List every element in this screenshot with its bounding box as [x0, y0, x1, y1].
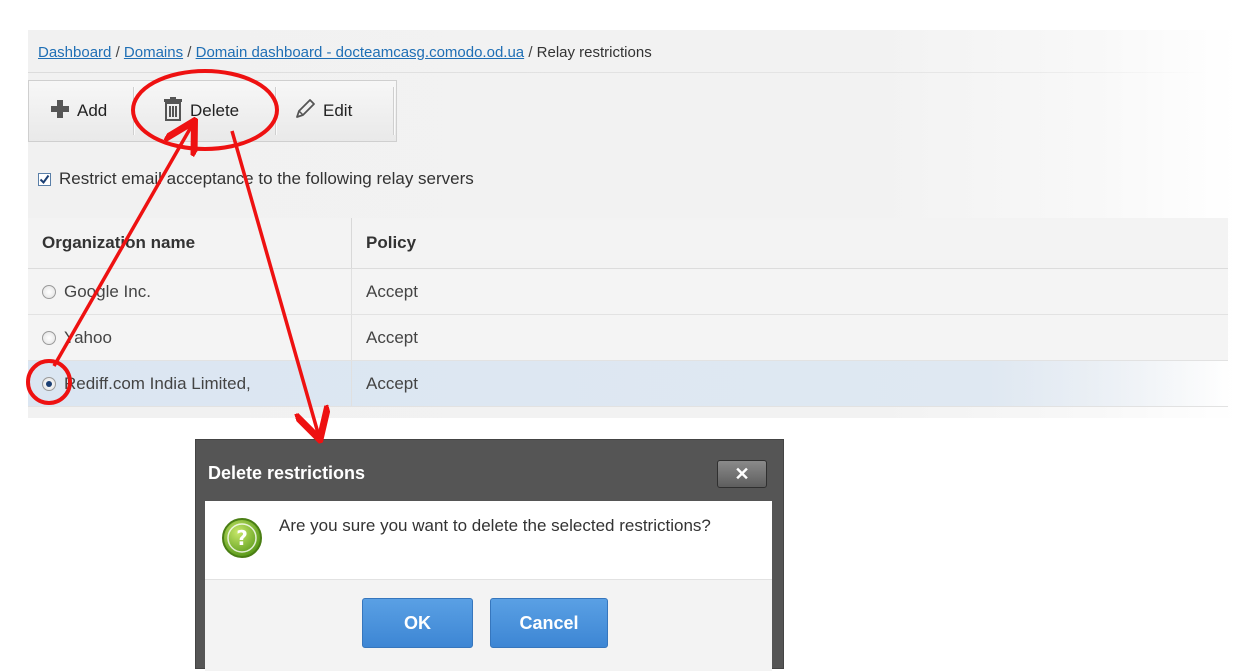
toolbar-separator — [275, 87, 276, 135]
toolbar: Add Delete Edit — [28, 80, 397, 142]
question-icon: ? — [220, 516, 264, 565]
policy-value: Accept — [366, 373, 418, 393]
svg-text:?: ? — [236, 526, 248, 550]
row-radio[interactable] — [42, 330, 56, 345]
breadcrumb-domain-dashboard-link[interactable]: Domain dashboard - docteamcasg.comodo.od… — [196, 44, 525, 61]
policy-value: Accept — [366, 281, 418, 301]
breadcrumb-separator: / — [115, 44, 120, 61]
add-button-label: Add — [77, 101, 108, 120]
restrict-relay-option: Restrict email acceptance to the followi… — [38, 169, 474, 189]
checkmark-icon — [39, 174, 50, 184]
organization-name: Google Inc. — [64, 281, 151, 301]
edit-button-label: Edit — [323, 101, 353, 120]
trash-icon — [162, 96, 184, 126]
row-radio-selected[interactable] — [42, 376, 56, 391]
column-header-policy[interactable]: Policy — [352, 233, 416, 253]
plus-icon — [49, 98, 71, 125]
column-header-organization[interactable]: Organization name — [28, 218, 352, 268]
dialog-close-button[interactable]: ✕ — [717, 460, 767, 488]
breadcrumb-divider — [28, 72, 1208, 73]
pencil-icon — [293, 97, 317, 126]
delete-button[interactable]: Delete — [162, 81, 239, 141]
table-row[interactable]: Rediff.com India Limited, Accept — [28, 361, 1228, 407]
row-radio[interactable] — [42, 284, 56, 299]
dialog-body: ? Are you sure you want to delete the se… — [205, 501, 772, 671]
edit-button[interactable]: Edit — [293, 81, 352, 141]
restrict-relay-label: Restrict email acceptance to the followi… — [59, 169, 474, 188]
breadcrumb-dashboard-link[interactable]: Dashboard — [38, 44, 111, 61]
toolbar-separator — [133, 87, 134, 135]
breadcrumb-separator: / — [187, 44, 192, 61]
breadcrumb-domains-link[interactable]: Domains — [124, 44, 183, 61]
dialog-footer: OK Cancel — [205, 579, 772, 671]
relay-table: Organization name Policy Google Inc. Acc… — [28, 218, 1228, 407]
table-header: Organization name Policy — [28, 218, 1228, 269]
breadcrumb: Dashboard / Domains / Domain dashboard -… — [38, 44, 652, 61]
breadcrumb-current: Relay restrictions — [536, 44, 652, 61]
dialog-title: Delete restrictions — [208, 463, 366, 483]
organization-name: Rediff.com India Limited, — [64, 373, 251, 393]
delete-button-label: Delete — [190, 101, 240, 120]
breadcrumb-separator: / — [528, 44, 533, 61]
toolbar-separator — [393, 87, 394, 135]
dialog-message: Are you sure you want to delete the sele… — [279, 516, 711, 535]
delete-restrictions-dialog: Delete restrictions ✕ ? Are you sure you… — [195, 439, 784, 671]
restrict-relay-checkbox[interactable] — [38, 172, 51, 186]
close-icon: ✕ — [734, 463, 750, 484]
cancel-button[interactable]: Cancel — [490, 598, 608, 648]
add-button[interactable]: Add — [49, 81, 107, 141]
policy-value: Accept — [366, 327, 418, 347]
organization-name: Yahoo — [64, 327, 112, 347]
table-row[interactable]: Yahoo Accept — [28, 315, 1228, 361]
table-row[interactable]: Google Inc. Accept — [28, 269, 1228, 315]
ok-button[interactable]: OK — [362, 598, 473, 648]
